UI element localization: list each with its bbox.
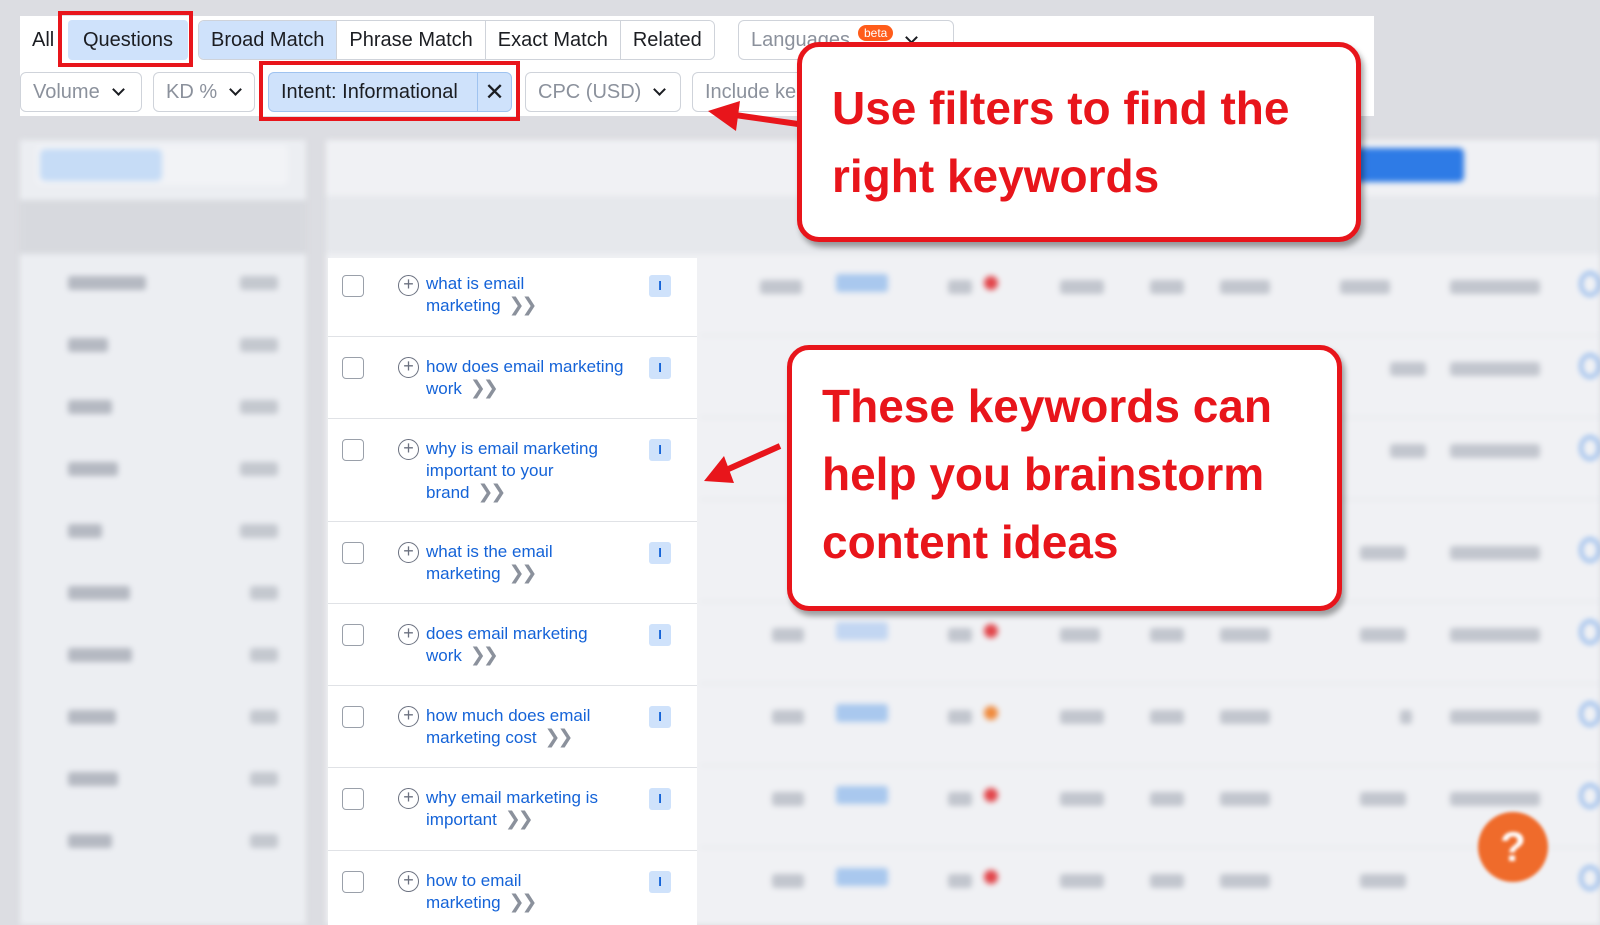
row-checkbox[interactable] bbox=[342, 706, 364, 728]
plus-circle-icon[interactable]: + bbox=[398, 275, 419, 296]
bg-list-item bbox=[48, 524, 288, 540]
bg-list-item bbox=[48, 338, 288, 354]
bg-table-row bbox=[700, 766, 1600, 848]
match-type-segment: Broad Match Phrase Match Exact Match Rel… bbox=[198, 20, 715, 60]
bg-table-row bbox=[700, 848, 1600, 925]
double-chevron-right-icon[interactable]: ❯❯ bbox=[505, 809, 534, 830]
intent-badge: I bbox=[649, 275, 671, 297]
beta-badge: beta bbox=[857, 25, 894, 41]
bg-list-item bbox=[48, 834, 288, 850]
table-row: + how to email marketing ❯❯ I bbox=[328, 851, 697, 925]
double-chevron-right-icon[interactable]: ❯❯ bbox=[470, 378, 499, 399]
intent-badge: I bbox=[649, 439, 671, 461]
tab-broad-match[interactable]: Broad Match bbox=[199, 21, 338, 59]
plus-circle-icon[interactable]: + bbox=[398, 624, 419, 645]
keyword-link[interactable]: how to email marketing ❯❯ bbox=[426, 870, 576, 914]
keyword-link[interactable]: what is email marketing ❯❯ bbox=[426, 273, 626, 317]
intent-badge: I bbox=[649, 357, 671, 379]
tab-exact-match[interactable]: Exact Match bbox=[485, 21, 621, 59]
tab-phrase-match[interactable]: Phrase Match bbox=[337, 21, 486, 59]
bg-table-row bbox=[700, 684, 1600, 766]
table-row: + why is email marketing important to yo… bbox=[328, 419, 697, 522]
double-chevron-right-icon[interactable]: ❯❯ bbox=[477, 482, 506, 503]
double-chevron-right-icon[interactable]: ❯❯ bbox=[509, 892, 538, 913]
bg-list-item bbox=[48, 462, 288, 478]
bg-list-item bbox=[48, 772, 288, 788]
intent-badge: I bbox=[649, 706, 671, 728]
plus-circle-icon[interactable]: + bbox=[398, 706, 419, 727]
chevron-down-icon bbox=[229, 83, 242, 96]
tab-related[interactable]: Related bbox=[620, 21, 714, 59]
row-checkbox[interactable] bbox=[342, 788, 364, 810]
bg-list-item bbox=[48, 710, 288, 726]
cpc-filter[interactable]: CPC (USD) bbox=[525, 72, 681, 112]
bg-list-item bbox=[48, 586, 288, 602]
highlight-questions bbox=[58, 11, 193, 67]
kd-filter[interactable]: KD % bbox=[153, 72, 255, 112]
callout-filters: Use filters to find the right keywords bbox=[797, 42, 1361, 242]
row-checkbox[interactable] bbox=[342, 357, 364, 379]
plus-circle-icon[interactable]: + bbox=[398, 871, 419, 892]
double-chevron-right-icon[interactable]: ❯❯ bbox=[509, 563, 538, 584]
plus-circle-icon[interactable]: + bbox=[398, 788, 419, 809]
bg-table-row bbox=[700, 602, 1600, 684]
volume-filter-label: Volume bbox=[33, 80, 100, 103]
intent-badge: I bbox=[649, 788, 671, 810]
bg-list-item bbox=[48, 648, 288, 664]
keyword-link[interactable]: does email marketing work ❯❯ bbox=[426, 623, 626, 667]
intent-badge: I bbox=[649, 624, 671, 646]
bg-table-row bbox=[700, 254, 1600, 336]
include-keywords-filter[interactable]: Include ke bbox=[692, 72, 812, 112]
volume-filter[interactable]: Volume bbox=[20, 72, 142, 112]
highlight-intent-filter bbox=[259, 61, 520, 121]
row-checkbox[interactable] bbox=[342, 275, 364, 297]
bg-tab-active bbox=[40, 149, 162, 181]
keyword-link[interactable]: what is the email marketing ❯❯ bbox=[426, 541, 626, 585]
keyword-link[interactable]: how does email marketing work ❯❯ bbox=[426, 356, 626, 400]
row-checkbox[interactable] bbox=[342, 542, 364, 564]
kd-filter-label: KD % bbox=[166, 80, 218, 103]
cpc-filter-label: CPC (USD) bbox=[538, 80, 642, 103]
keyword-link[interactable]: how much does email marketing cost ❯❯ bbox=[426, 705, 626, 749]
double-chevron-right-icon[interactable]: ❯❯ bbox=[545, 727, 574, 748]
intent-badge: I bbox=[649, 871, 671, 893]
row-checkbox[interactable] bbox=[342, 439, 364, 461]
keyword-table: + what is email marketing ❯❯ I + how does… bbox=[328, 258, 697, 925]
table-row: + how does email marketing work ❯❯ I bbox=[328, 337, 697, 419]
bg-list-header bbox=[20, 200, 306, 254]
help-button[interactable]: ? bbox=[1478, 812, 1548, 882]
plus-circle-icon[interactable]: + bbox=[398, 357, 419, 378]
intent-badge: I bbox=[649, 542, 671, 564]
row-checkbox[interactable] bbox=[342, 624, 364, 646]
include-keywords-label: Include ke bbox=[705, 80, 797, 103]
table-row: + does email marketing work ❯❯ I bbox=[328, 604, 697, 686]
chevron-down-icon bbox=[111, 83, 125, 96]
callout-keywords: These keywords can help you brainstorm c… bbox=[787, 345, 1342, 611]
tab-all[interactable]: All bbox=[32, 20, 54, 60]
keyword-link[interactable]: why email marketing is important ❯❯ bbox=[426, 787, 626, 831]
table-row: + what is the email marketing ❯❯ I bbox=[328, 522, 697, 604]
callout-filters-text: Use filters to find the right keywords bbox=[832, 82, 1290, 202]
plus-circle-icon[interactable]: + bbox=[398, 542, 419, 563]
row-checkbox[interactable] bbox=[342, 871, 364, 893]
plus-circle-icon[interactable]: + bbox=[398, 439, 419, 460]
callout-keywords-text: These keywords can help you brainstorm c… bbox=[822, 380, 1272, 568]
chevron-down-icon bbox=[653, 83, 667, 96]
table-row: + how much does email marketing cost ❯❯ I bbox=[328, 686, 697, 768]
double-chevron-right-icon[interactable]: ❯❯ bbox=[509, 295, 538, 316]
keyword-link[interactable]: why is email marketing important to your… bbox=[426, 438, 630, 504]
table-row: + why email marketing is important ❯❯ I bbox=[328, 768, 697, 851]
bg-list-item bbox=[48, 400, 288, 416]
double-chevron-right-icon[interactable]: ❯❯ bbox=[470, 645, 499, 666]
tab-all-label: All bbox=[32, 28, 55, 51]
bg-list-item bbox=[48, 276, 288, 292]
table-row: + what is email marketing ❯❯ I bbox=[328, 258, 697, 337]
